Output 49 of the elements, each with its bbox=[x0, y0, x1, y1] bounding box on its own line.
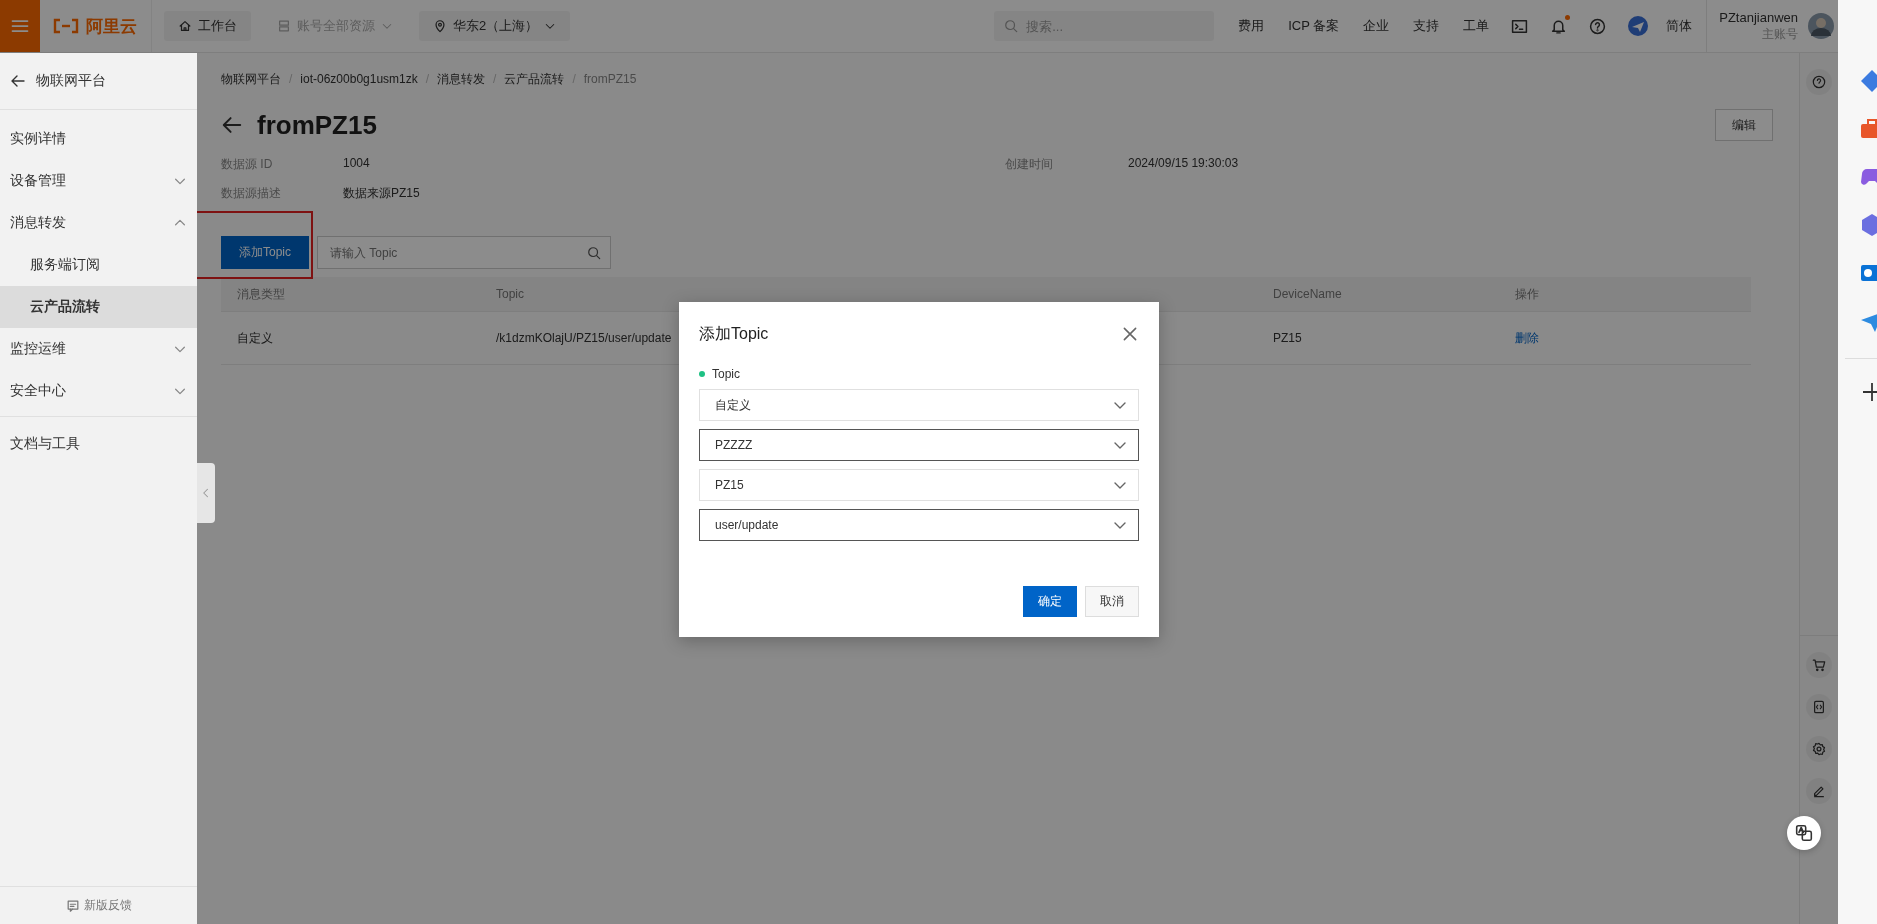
sidebar-item[interactable]: 文档与工具 bbox=[0, 423, 197, 465]
select-field[interactable]: 自定义 bbox=[699, 389, 1139, 421]
sidebar-group[interactable]: 监控运维 bbox=[0, 328, 197, 370]
edit-button[interactable]: 编辑 bbox=[1715, 109, 1773, 141]
breadcrumb-link[interactable]: 物联网平台 bbox=[221, 70, 281, 88]
sidebar-item[interactable]: 云产品流转 bbox=[0, 286, 197, 328]
sidebar-group[interactable]: 消息转发 bbox=[0, 202, 197, 244]
cancel-button[interactable]: 取消 bbox=[1085, 586, 1139, 617]
column-header: 操作 bbox=[1515, 285, 1539, 303]
detail-value: 1004 bbox=[343, 156, 371, 172]
nav-link[interactable]: 工单 bbox=[1463, 17, 1490, 35]
confirm-button[interactable]: 确定 bbox=[1023, 586, 1077, 617]
delete-link[interactable]: 删除 bbox=[1515, 329, 1539, 347]
select-field[interactable]: user/update bbox=[699, 509, 1139, 541]
nav-link[interactable]: 费用 bbox=[1238, 17, 1265, 35]
language-menu[interactable]: 简体 bbox=[1666, 17, 1693, 35]
table-cell: /k1dzmKOlajU/PZ15/user/update bbox=[496, 331, 672, 345]
sidebar-item[interactable]: 实例详情 bbox=[0, 118, 197, 160]
page-title: fromPZ15 bbox=[257, 109, 377, 141]
select-field[interactable]: PZ15 bbox=[699, 469, 1139, 501]
breadcrumb-link[interactable]: 消息转发 bbox=[437, 70, 486, 88]
user-name[interactable]: PZtanjianwen bbox=[1719, 9, 1798, 26]
breadcrumb-link[interactable]: iot-06z00b0g1usm1zk bbox=[300, 72, 418, 86]
column-header: Topic bbox=[496, 287, 524, 301]
sidebar-item[interactable]: 服务端订阅 bbox=[0, 244, 197, 286]
nav-link[interactable]: 企业 bbox=[1363, 17, 1390, 35]
breadcrumb-separator: / bbox=[289, 72, 293, 86]
workbench-link[interactable]: 工作台 bbox=[164, 11, 251, 41]
breadcrumb-separator: / bbox=[425, 72, 430, 86]
detail-label: 创建时间 bbox=[1005, 156, 1054, 173]
search-field[interactable]: 请输入 Topic bbox=[317, 236, 611, 269]
breadcrumb-link[interactable]: 云产品流转 bbox=[504, 70, 565, 88]
table-cell: PZ15 bbox=[1273, 331, 1302, 345]
column-header: 消息类型 bbox=[237, 285, 285, 303]
region-selector[interactable]: 华东2（上海） bbox=[419, 11, 571, 41]
column-header: DeviceName bbox=[1273, 287, 1342, 301]
table-cell: 自定义 bbox=[237, 329, 273, 347]
dialog-title: 添加Topic bbox=[699, 323, 769, 344]
detail-value: 2024/09/15 19:30:03 bbox=[1128, 156, 1240, 172]
field-label: Topic bbox=[712, 367, 740, 381]
nav-link[interactable]: 支持 bbox=[1413, 17, 1440, 35]
nav-link[interactable]: ICP 备案 bbox=[1288, 17, 1340, 35]
detail-value: 数据来源PZ15 bbox=[343, 185, 421, 202]
sidebar-group[interactable]: 安全中心 bbox=[0, 370, 197, 412]
breadcrumb-separator: / bbox=[493, 72, 497, 86]
add-topic-button[interactable]: 添加Topic bbox=[221, 236, 309, 269]
sidebar-group[interactable]: 设备管理 bbox=[0, 160, 197, 202]
select-field[interactable]: PZZZZ bbox=[699, 429, 1139, 461]
breadcrumb-separator: / bbox=[572, 72, 576, 86]
